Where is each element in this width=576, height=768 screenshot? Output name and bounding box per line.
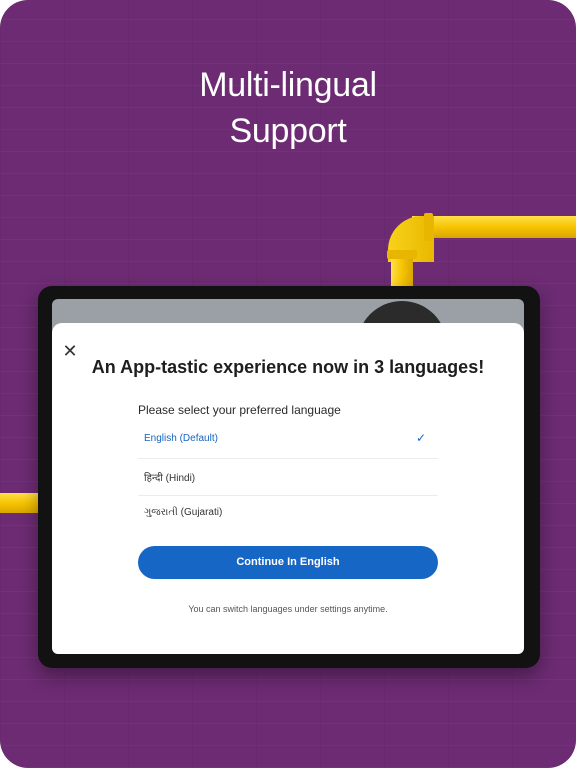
- pipe-horizontal: [412, 216, 576, 238]
- headline-line-2: Support: [229, 112, 347, 150]
- settings-hint: You can switch languages under settings …: [188, 604, 388, 614]
- language-prompt: Please select your preferred language: [138, 403, 341, 417]
- language-option-gujarati[interactable]: ગુજરાતી (Gujarati): [138, 496, 438, 532]
- pipe-ring: [424, 213, 433, 241]
- promo-canvas: Multi-lingual Support ✕ An App-tastic ex…: [0, 0, 576, 768]
- pipe-ring: [387, 250, 417, 259]
- promo-headline: Multi-lingual Support: [0, 62, 576, 154]
- pipe-left: [0, 493, 40, 513]
- language-label: English (Default): [144, 433, 218, 444]
- checkmark-icon: ✓: [415, 431, 426, 445]
- language-dialog: ✕ An App-tastic experience now in 3 lang…: [52, 323, 524, 654]
- dialog-title: An App-tastic experience now in 3 langua…: [91, 357, 485, 377]
- language-option-hindi[interactable]: हिन्दी (Hindi): [138, 459, 438, 496]
- language-list: English (Default) ✓ हिन्दी (Hindi) ગુજરા…: [138, 422, 438, 532]
- language-option-english[interactable]: English (Default) ✓: [138, 422, 438, 459]
- tablet-screen: ✕ An App-tastic experience now in 3 lang…: [52, 299, 524, 654]
- language-label: हिन्दी (Hindi): [144, 473, 196, 484]
- tablet-frame: ✕ An App-tastic experience now in 3 lang…: [38, 286, 540, 668]
- headline-line-1: Multi-lingual: [199, 66, 377, 104]
- continue-button[interactable]: Continue In English: [138, 546, 438, 579]
- language-label: ગુજરાતી (Gujarati): [144, 507, 223, 518]
